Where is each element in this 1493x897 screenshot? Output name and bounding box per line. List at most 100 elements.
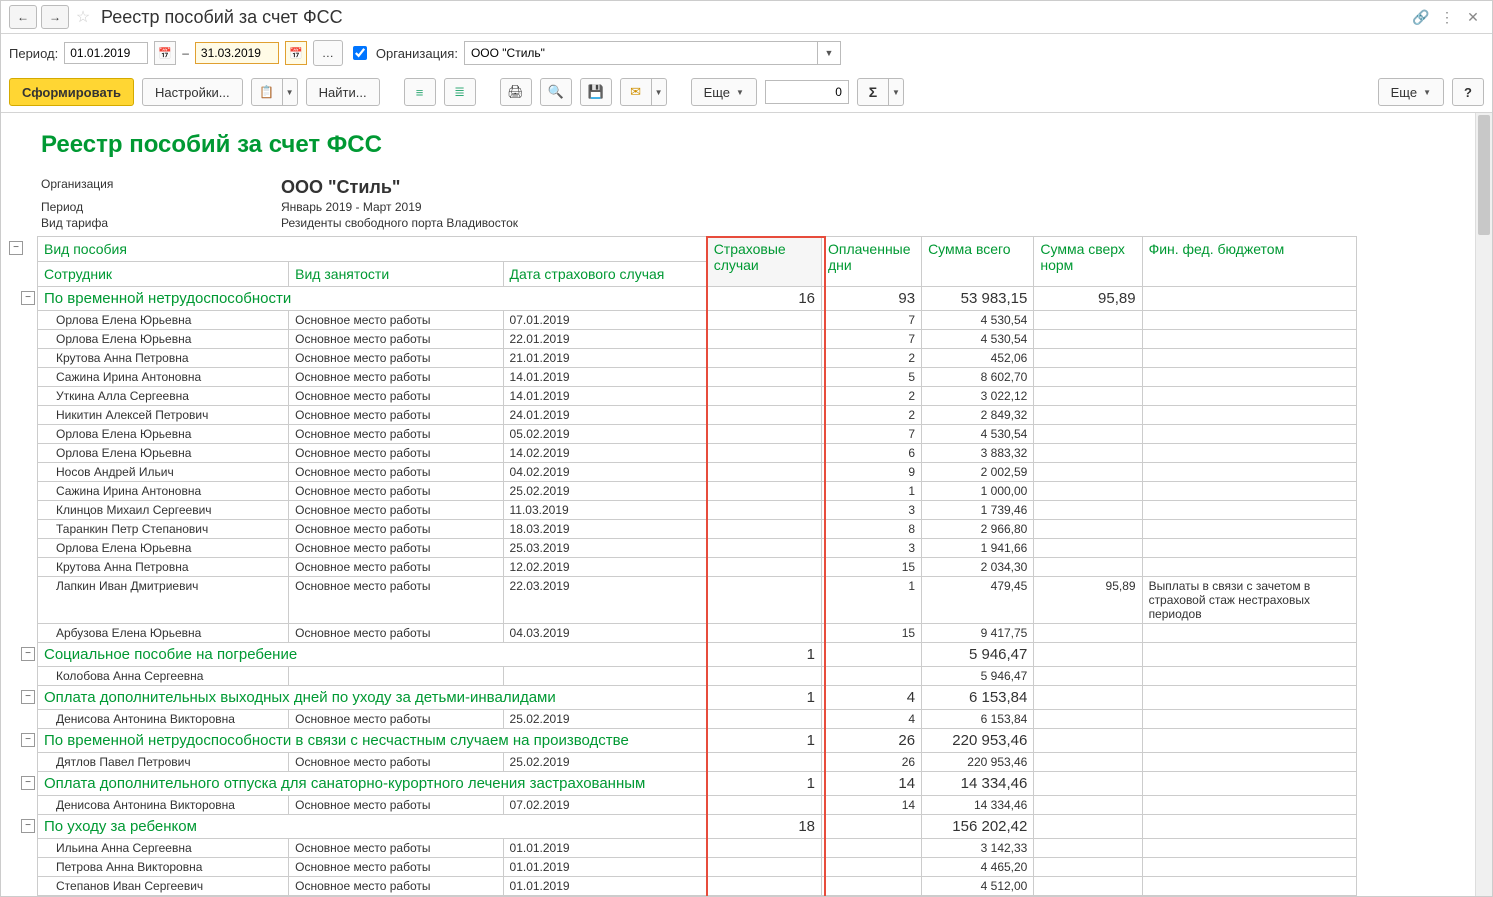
table-row[interactable]: Дятлов Павел ПетровичОсновное место рабо…	[38, 753, 1357, 772]
nav-back-button[interactable]: ←	[9, 5, 37, 29]
group-collapse-button[interactable]: −	[21, 776, 35, 790]
col-employment[interactable]: Вид занятости	[289, 262, 503, 287]
table-row[interactable]: Таранкин Петр СтепановичОсновное место р…	[38, 520, 1357, 539]
date-separator: –	[182, 46, 189, 60]
sum-value-input[interactable]	[765, 80, 849, 104]
table-row[interactable]: Сажина Ирина АнтоновнаОсновное место раб…	[38, 368, 1357, 387]
print-icon	[507, 84, 524, 100]
filter-bar: Период: 📅 – 📅 … Организация: ▼	[1, 34, 1492, 72]
find-button[interactable]: Найти...	[306, 78, 380, 106]
preview-icon	[547, 84, 563, 100]
clipboard-icon	[259, 84, 275, 100]
date-to-calendar-icon[interactable]: 📅	[285, 41, 307, 65]
organization-dropdown-icon[interactable]: ▼	[817, 42, 840, 64]
organization-select[interactable]: ▼	[464, 41, 841, 65]
table-row[interactable]: Петрова Анна ВикторовнаОсновное место ра…	[38, 858, 1357, 877]
email-button[interactable]	[620, 78, 652, 106]
group-collapse-button[interactable]: −	[21, 647, 35, 661]
table-row[interactable]: Орлова Елена ЮрьевнаОсновное место работ…	[38, 330, 1357, 349]
group-row[interactable]: Оплата дополнительного отпуска для санат…	[38, 772, 1357, 796]
variants-button[interactable]	[251, 78, 283, 106]
generate-button[interactable]: Сформировать	[9, 78, 134, 106]
meta-key: Период	[41, 200, 281, 214]
table-row[interactable]: Сажина Ирина АнтоновнаОсновное место раб…	[38, 482, 1357, 501]
table-row[interactable]: Денисова Антонина ВикторовнаОсновное мес…	[38, 796, 1357, 815]
table-row[interactable]: Крутова Анна ПетровнаОсновное место рабо…	[38, 558, 1357, 577]
favorite-star-icon[interactable]: ☆	[73, 7, 93, 27]
table-row[interactable]: Орлова Елена ЮрьевнаОсновное место работ…	[38, 311, 1357, 330]
sigma-button[interactable]	[857, 78, 889, 106]
link-icon[interactable]	[1410, 6, 1432, 28]
settings-button[interactable]: Настройки...	[142, 78, 243, 106]
table-row[interactable]: Крутова Анна ПетровнаОсновное место рабо…	[38, 349, 1357, 368]
table-row[interactable]: Орлова Елена ЮрьевнаОсновное место работ…	[38, 425, 1357, 444]
help-button[interactable]	[1452, 78, 1484, 106]
table-row[interactable]: Лапкин Иван ДмитриевичОсновное место раб…	[38, 577, 1357, 624]
collapse-icon	[454, 84, 465, 100]
kebab-menu-icon[interactable]	[1436, 6, 1458, 28]
table-row[interactable]: Степанов Иван СергеевичОсновное место ра…	[38, 877, 1357, 896]
period-picker-button[interactable]: …	[313, 40, 343, 66]
group-collapse-button[interactable]: −	[21, 733, 35, 747]
nav-forward-button[interactable]: →	[41, 5, 69, 29]
group-row[interactable]: Социальное пособие на погребение15 946,4…	[38, 643, 1357, 667]
close-icon[interactable]	[1462, 6, 1484, 28]
preview-button[interactable]	[540, 78, 572, 106]
organization-label: Организация:	[376, 46, 458, 61]
col-case-date[interactable]: Дата страхового случая	[503, 262, 707, 287]
col-employee[interactable]: Сотрудник	[38, 262, 289, 287]
window-title: Реестр пособий за счет ФСС	[101, 7, 1406, 28]
col-over-norm[interactable]: Сумма сверх норм	[1034, 237, 1142, 287]
collapse-all-button[interactable]: −	[9, 241, 23, 255]
col-benefit-type[interactable]: Вид пособия	[38, 237, 708, 262]
date-to-input[interactable]	[195, 42, 279, 64]
table-row[interactable]: Денисова Антонина ВикторовнаОсновное мес…	[38, 710, 1357, 729]
col-total[interactable]: Сумма всего	[922, 237, 1034, 287]
save-icon	[587, 84, 603, 100]
table-row[interactable]: Ильина Анна СергеевнаОсновное место рабо…	[38, 839, 1357, 858]
more-right-button[interactable]: Еще▼	[1378, 78, 1444, 106]
email-dropdown[interactable]: ▼	[652, 78, 667, 106]
group-row[interactable]: По временной нетрудоспособности в связи …	[38, 729, 1357, 753]
date-from-calendar-icon[interactable]: 📅	[154, 41, 176, 65]
table-row[interactable]: Колобова Анна Сергеевна5 946,47	[38, 667, 1357, 686]
group-row[interactable]: По уходу за ребенком18156 202,42	[38, 815, 1357, 839]
date-from-input[interactable]	[64, 42, 148, 64]
expand-icon	[416, 85, 424, 100]
group-collapse-button[interactable]: −	[21, 690, 35, 704]
table-row[interactable]: Орлова Елена ЮрьевнаОсновное место работ…	[38, 539, 1357, 558]
sigma-icon	[869, 84, 877, 100]
table-row[interactable]: Никитин Алексей ПетровичОсновное место р…	[38, 406, 1357, 425]
table-row[interactable]: Орлова Елена ЮрьевнаОсновное место работ…	[38, 444, 1357, 463]
variants-dropdown[interactable]: ▼	[283, 78, 298, 106]
sigma-dropdown[interactable]: ▼	[889, 78, 904, 106]
table-row[interactable]: Уткина Алла СергеевнаОсновное место рабо…	[38, 387, 1357, 406]
report-title: Реестр пособий за счет ФСС	[41, 131, 1482, 159]
table-row[interactable]: Арбузова Елена ЮрьевнаОсновное место раб…	[38, 624, 1357, 643]
group-row[interactable]: Оплата дополнительных выходных дней по у…	[38, 686, 1357, 710]
expand-groups-button[interactable]	[404, 78, 436, 106]
col-fin-budget[interactable]: Фин. фед. бюджетом	[1142, 237, 1356, 287]
report-meta: ОрганизацияООО "Стиль"ПериодЯнварь 2019 …	[41, 177, 1482, 230]
meta-value: Резиденты свободного порта Владивосток	[281, 216, 1482, 230]
report-area: Реестр пособий за счет ФСС ОрганизацияОО…	[1, 113, 1492, 896]
group-row[interactable]: По временной нетрудоспособности169353 98…	[38, 287, 1357, 311]
collapse-groups-button[interactable]	[444, 78, 476, 106]
col-insurance-cases[interactable]: Страховые случаи	[707, 237, 821, 287]
organization-input[interactable]	[465, 43, 817, 63]
toolbar: Сформировать Настройки... ▼ Найти... ▼ Е…	[1, 72, 1492, 113]
period-label: Период:	[9, 46, 58, 61]
help-icon	[1464, 85, 1472, 100]
meta-value: Январь 2019 - Март 2019	[281, 200, 1482, 214]
save-button[interactable]	[580, 78, 612, 106]
print-button[interactable]	[500, 78, 532, 106]
group-collapse-button[interactable]: −	[21, 819, 35, 833]
table-row[interactable]: Носов Андрей ИльичОсновное место работы0…	[38, 463, 1357, 482]
table-row[interactable]: Клинцов Михаил СергеевичОсновное место р…	[38, 501, 1357, 520]
organization-checkbox[interactable]	[353, 46, 367, 60]
table-row[interactable]: Тихонова Марина ЮрьевнаОсновное место ра…	[38, 896, 1357, 897]
group-collapse-button[interactable]: −	[21, 291, 35, 305]
meta-key: Вид тарифа	[41, 216, 281, 230]
more-button[interactable]: Еще▼	[691, 78, 757, 106]
col-paid-days[interactable]: Оплаченные дни	[822, 237, 922, 287]
